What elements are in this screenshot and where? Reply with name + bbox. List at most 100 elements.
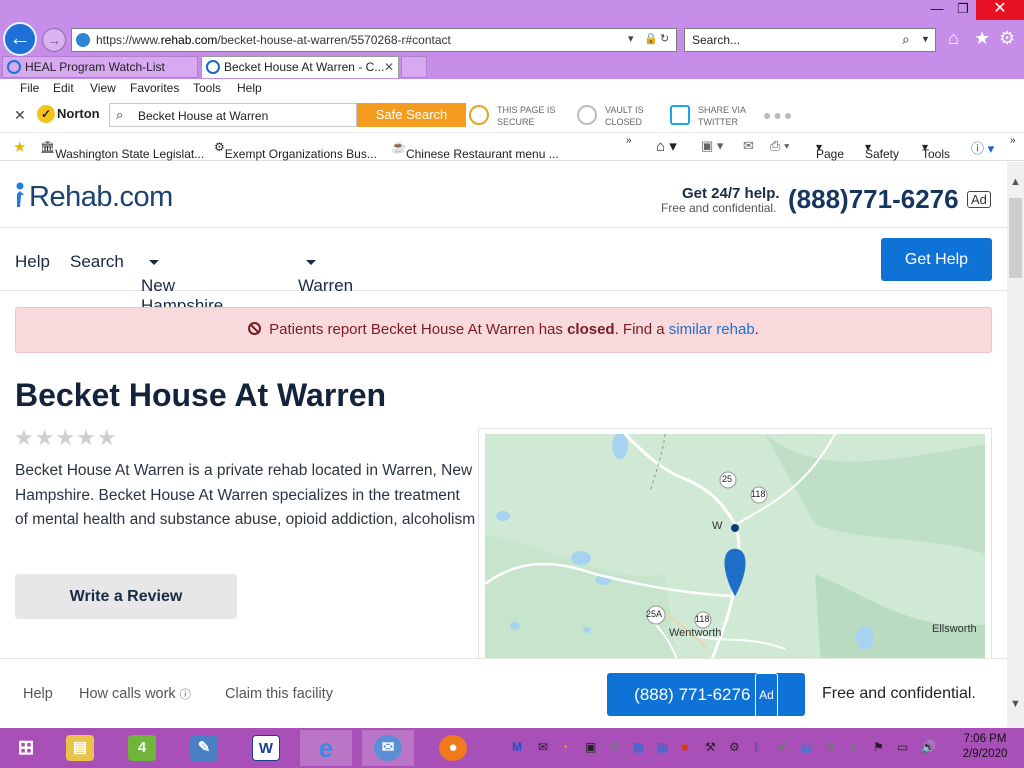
rating-stars[interactable]: ★★★★★ bbox=[14, 425, 118, 451]
nav-help[interactable]: Help bbox=[15, 252, 50, 272]
nav-search[interactable]: Search bbox=[70, 252, 124, 272]
tools-menu[interactable]: Tools ▾ bbox=[922, 140, 950, 161]
bluetooth-tray-icon[interactable]: ᛒ bbox=[753, 740, 760, 754]
taskbar-word[interactable]: W bbox=[240, 730, 292, 766]
page-scrollbar[interactable]: ▲ ▼ bbox=[1007, 162, 1024, 728]
start-button[interactable]: ⊞ bbox=[0, 730, 52, 766]
security-tray-icon[interactable]: ✔ bbox=[777, 740, 787, 754]
taskbar-app-edit[interactable]: ✎ bbox=[178, 730, 230, 766]
folder-icon: ▤ bbox=[66, 735, 94, 761]
help-icon[interactable]: ⓘ ▾ bbox=[971, 138, 994, 157]
norton-search-input[interactable]: ⌕ Becket House at Warren bbox=[109, 103, 357, 127]
menu-tools[interactable]: Tools bbox=[193, 81, 221, 95]
update-tray-icon[interactable]: ↻ bbox=[825, 740, 835, 754]
search-icon[interactable]: ⌕ bbox=[902, 31, 910, 48]
menu-help[interactable]: Help bbox=[237, 81, 262, 95]
cpu-tray-icon[interactable]: ■ bbox=[681, 740, 688, 754]
claim-facility-link[interactable]: Claim this facility bbox=[225, 686, 333, 702]
network-tray-icon[interactable]: ▭ bbox=[897, 740, 908, 754]
nav-state-dropdown[interactable]: New Hampshire bbox=[141, 252, 223, 315]
taskbar-internet-explorer[interactable]: e bbox=[300, 730, 352, 766]
lock-icon[interactable]: 🔒 bbox=[644, 32, 658, 45]
app-tray-icon[interactable]: ▣ bbox=[585, 740, 596, 754]
vault-indicator[interactable]: VAULT IS CLOSED bbox=[577, 104, 644, 128]
fav-washington-legislature[interactable]: 🏛 Washington State Legislat... bbox=[40, 140, 204, 161]
display-tray-icon[interactable]: ▦ bbox=[657, 740, 668, 754]
menu-view[interactable]: View bbox=[90, 81, 116, 95]
back-button[interactable]: ← bbox=[3, 22, 37, 56]
scroll-down-icon[interactable]: ▼ bbox=[1010, 698, 1021, 710]
search-dropdown-icon[interactable]: ▼ bbox=[921, 34, 930, 44]
mail-tray-icon[interactable]: ✉ bbox=[538, 740, 548, 754]
page-secure-indicator[interactable]: THIS PAGE IS SECURE bbox=[469, 104, 555, 128]
nav-city-dropdown[interactable]: Warren bbox=[298, 252, 353, 295]
more-options-icon[interactable]: ●●● bbox=[763, 107, 794, 123]
mail-icon[interactable]: ✉ bbox=[743, 138, 754, 154]
menu-favorites[interactable]: Favorites bbox=[130, 81, 179, 95]
network-share-tray-icon[interactable]: ▩ bbox=[633, 740, 644, 754]
address-bar[interactable]: https://www.rehab.com/becket-house-at-wa… bbox=[71, 28, 677, 52]
flag-tray-icon[interactable]: ⚑ bbox=[873, 740, 884, 754]
rehab-logo[interactable]: Rehab.com bbox=[15, 180, 173, 214]
taskbar-app-4[interactable]: 4 bbox=[116, 730, 168, 766]
search-icon: ⌕ bbox=[116, 107, 124, 122]
share-twitter-button[interactable]: SHARE VIA TWITTER bbox=[670, 104, 746, 128]
scroll-up-icon[interactable]: ▲ bbox=[1010, 176, 1021, 188]
print-icon[interactable]: ⎙ ▾ bbox=[770, 138, 789, 154]
devices-tray-icon[interactable]: ▤ bbox=[801, 740, 812, 754]
rss-feed-icon[interactable]: ▣ ▾ bbox=[701, 138, 723, 154]
close-window-button[interactable]: ✕ bbox=[976, 0, 1024, 20]
site-nav: Help Search New Hampshire Warren bbox=[0, 228, 1007, 315]
address-dropdown-icon[interactable]: ▾ bbox=[628, 32, 634, 45]
new-tab-button[interactable] bbox=[401, 56, 427, 78]
sync-tray-icon[interactable]: ↺ bbox=[609, 740, 619, 754]
browser-titlebar: — ❐ ✕ ← → https://www.rehab.com/becket-h… bbox=[0, 0, 1024, 79]
page-menu[interactable]: Page ▾ bbox=[816, 140, 844, 161]
home-icon[interactable]: ⌂ ▾ bbox=[656, 137, 677, 155]
safe-search-button[interactable]: Safe Search bbox=[357, 103, 466, 127]
similar-rehab-link[interactable]: similar rehab bbox=[669, 321, 755, 338]
taskbar-file-explorer[interactable]: ▤ bbox=[54, 730, 106, 766]
scroll-thumb[interactable] bbox=[1009, 198, 1022, 278]
fav-exempt-organizations[interactable]: ⚙ Exempt Organizations Bus... bbox=[214, 140, 377, 161]
fav-chinese-restaurant[interactable]: ☕ Chinese Restaurant menu ... bbox=[391, 140, 559, 161]
close-toolbar-icon[interactable]: ✕ bbox=[14, 107, 26, 124]
browser-search-input[interactable]: Search... ⌕ ▼ bbox=[684, 28, 936, 52]
menu-file[interactable]: File bbox=[20, 81, 39, 95]
tab-heal-program[interactable]: HEAL Program Watch-List bbox=[2, 56, 198, 78]
safety-menu[interactable]: Safety ▾ bbox=[865, 140, 899, 161]
write-review-button[interactable]: Write a Review bbox=[15, 574, 237, 619]
search-placeholder: Search... bbox=[692, 33, 741, 47]
taskbar-thunderbird[interactable]: ✉ bbox=[362, 730, 414, 766]
route-25a-label: 25A bbox=[646, 609, 663, 619]
favorites-star-icon[interactable]: ★ bbox=[974, 28, 990, 49]
volume-tray-icon[interactable]: 🔊 bbox=[921, 740, 936, 754]
web-page: Rehab.com Get 24/7 help. Free and confid… bbox=[0, 162, 1007, 728]
add-favorite-star-icon[interactable]: ★ bbox=[13, 138, 26, 156]
how-calls-work-link[interactable]: How calls work ⓘ bbox=[79, 686, 191, 702]
taskbar-clock[interactable]: 7:06 PM 2/9/2020 bbox=[950, 732, 1020, 762]
settings-gear-icon[interactable]: ⚙ bbox=[999, 28, 1015, 49]
menu-edit[interactable]: Edit bbox=[53, 81, 74, 95]
clock-tray-icon[interactable]: ◔ bbox=[561, 740, 568, 754]
refresh-icon[interactable]: ↻ bbox=[660, 32, 669, 45]
maximize-button[interactable]: ❐ bbox=[948, 0, 978, 20]
norton-logo[interactable]: ✓ Norton bbox=[37, 105, 100, 123]
tab-close-icon[interactable]: ✕ bbox=[384, 57, 394, 77]
word-icon: W bbox=[252, 735, 280, 761]
check-tray-icon[interactable]: ✓ bbox=[849, 740, 859, 754]
get-help-button[interactable]: Get Help bbox=[881, 238, 992, 281]
free-confidential-text: Free and confidential. bbox=[822, 685, 976, 702]
forward-button[interactable]: → bbox=[42, 28, 66, 52]
gear-tray-icon[interactable]: ⚙ bbox=[729, 740, 740, 754]
footer-help-link[interactable]: Help bbox=[23, 686, 53, 702]
call-phone-button[interactable]: (888) 771-6276 Ad bbox=[607, 673, 805, 719]
header-phone-link[interactable]: (888)771-6276 bbox=[788, 184, 959, 215]
home-icon[interactable]: ⌂ bbox=[948, 28, 959, 49]
commandbar-overflow-icon[interactable]: » bbox=[1010, 135, 1016, 146]
tool-tray-icon[interactable]: ⚒ bbox=[705, 740, 716, 754]
fav-overflow-icon[interactable]: » bbox=[626, 135, 632, 146]
malwarebytes-tray-icon[interactable]: M bbox=[512, 740, 522, 754]
taskbar-firefox[interactable]: ● bbox=[427, 730, 479, 766]
tab-becket-house[interactable]: Becket House At Warren - C... ✕ bbox=[201, 56, 399, 78]
